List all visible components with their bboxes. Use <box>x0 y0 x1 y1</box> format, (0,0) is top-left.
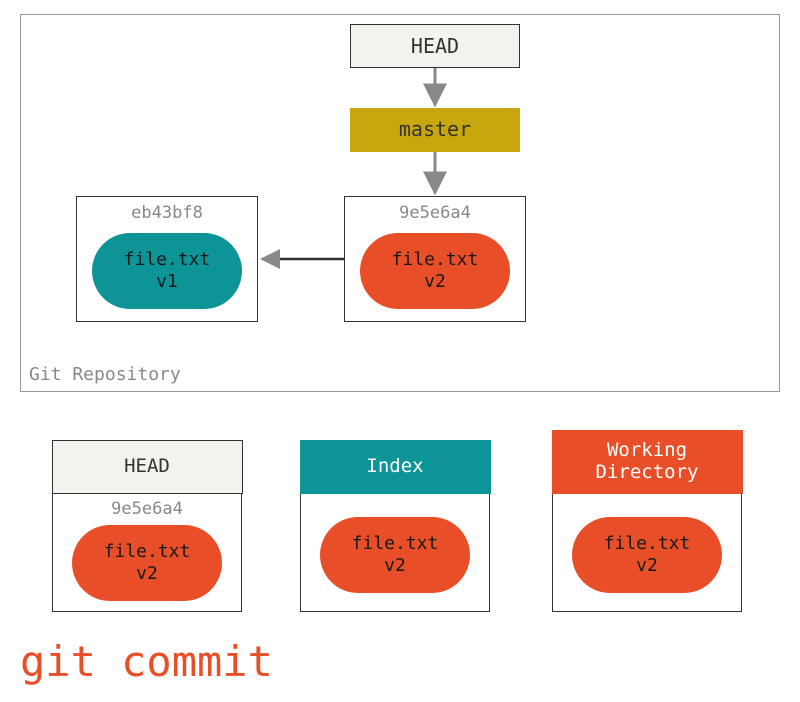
file-name: file.txt <box>604 533 691 556</box>
head-ref-label: HEAD <box>411 34 459 58</box>
working-directory-area-box: Working Directory file.txt v2 <box>552 440 742 612</box>
file-pill: file.txt v1 <box>92 233 242 309</box>
index-area-title-text: Index <box>366 456 423 478</box>
file-pill: file.txt v2 <box>360 233 510 309</box>
file-name: file.txt <box>392 249 479 272</box>
file-version: v2 <box>384 555 406 578</box>
file-pill: file.txt v2 <box>320 517 470 593</box>
head-area-title: HEAD <box>52 440 243 494</box>
wd-title-line2: Directory <box>596 462 699 484</box>
commit-hash: eb43bf8 <box>77 197 257 223</box>
master-branch-box: master <box>350 108 520 152</box>
head-area-box: HEAD 9e5e6a4 file.txt v2 <box>52 440 242 612</box>
file-pill: file.txt v2 <box>72 525 222 601</box>
master-branch-label: master <box>399 117 471 141</box>
file-version: v2 <box>636 555 658 578</box>
git-repository-label: Git Repository <box>29 364 181 385</box>
index-area-title: Index <box>300 440 491 494</box>
head-area-title-text: HEAD <box>124 456 170 478</box>
index-area-box: Index file.txt v2 <box>300 440 490 612</box>
head-ref-box: HEAD <box>350 24 520 68</box>
file-version: v2 <box>424 271 446 294</box>
file-name: file.txt <box>104 541 191 564</box>
head-area-hash: 9e5e6a4 <box>53 499 241 519</box>
wd-title-line1: Working <box>607 440 687 462</box>
commit-box-eb43bf8: eb43bf8 file.txt v1 <box>76 196 258 322</box>
working-directory-area-title: Working Directory <box>552 430 743 494</box>
file-pill: file.txt v2 <box>572 517 722 593</box>
commit-box-9e5e6a4: 9e5e6a4 file.txt v2 <box>344 196 526 322</box>
file-name: file.txt <box>352 533 439 556</box>
file-name: file.txt <box>124 249 211 272</box>
commit-hash: 9e5e6a4 <box>345 197 525 223</box>
git-command-label: git commit <box>20 637 273 686</box>
file-version: v1 <box>156 271 178 294</box>
file-version: v2 <box>136 563 158 586</box>
